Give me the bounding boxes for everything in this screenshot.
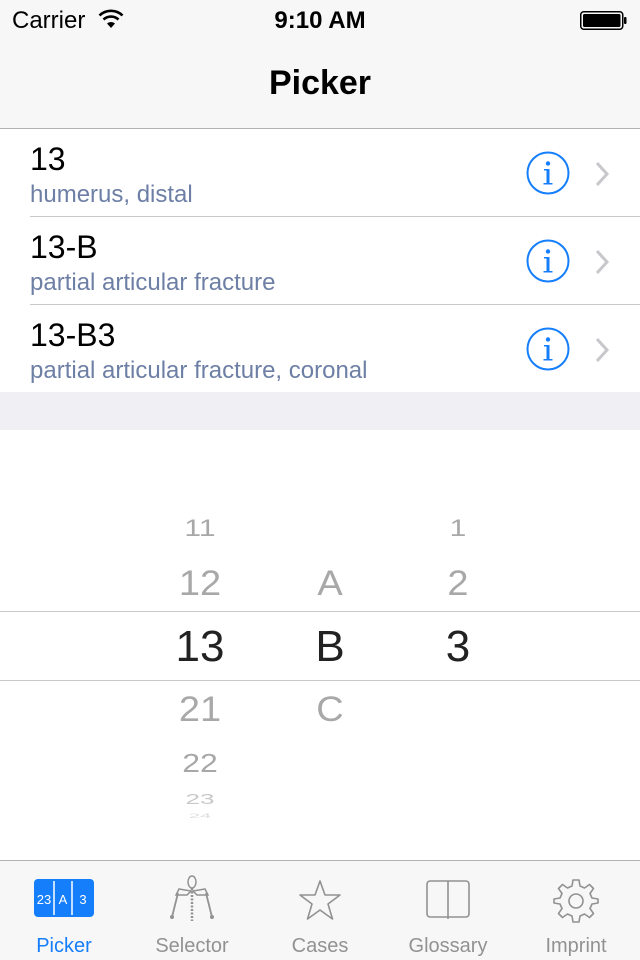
list-row-bone[interactable]: 13 humerus, distal: [0, 129, 640, 217]
info-circle-icon[interactable]: [526, 239, 570, 283]
picker-item[interactable]: C: [270, 691, 390, 731]
row-subtitle: partial articular fracture: [30, 269, 276, 296]
picker-item[interactable]: 11: [140, 515, 260, 542]
picker-item-selected[interactable]: 13: [140, 622, 260, 672]
picker-column-type[interactable]: A B C: [270, 430, 390, 860]
picker-icon-text: 3: [79, 892, 86, 907]
picker-item[interactable]: 21: [140, 691, 260, 731]
section-separator: [0, 392, 640, 430]
row-title: 13-B: [30, 229, 98, 265]
page-title: Picker: [268, 64, 372, 102]
picker-item-selected[interactable]: 3: [400, 622, 516, 672]
row-subtitle: partial articular fracture, coronal: [30, 357, 368, 384]
chevron-right-icon: [595, 249, 610, 275]
tab-selector[interactable]: Selector: [128, 861, 256, 960]
gear-icon: [553, 879, 599, 923]
picker-item-selected[interactable]: B: [270, 622, 390, 672]
row-title: 13: [30, 141, 66, 177]
tab-label: Cases: [291, 935, 349, 957]
tab-label: Picker: [36, 935, 92, 957]
book-icon: [426, 880, 470, 919]
clock-label: 9:10 AM: [274, 7, 366, 34]
row-subtitle: humerus, distal: [30, 181, 193, 208]
tab-imprint[interactable]: Imprint: [512, 861, 640, 960]
tab-label: Imprint: [545, 935, 607, 957]
chevron-right-icon: [595, 161, 610, 187]
picker-item[interactable]: 1: [400, 515, 516, 542]
picker-item[interactable]: 22: [140, 749, 260, 779]
picker-code-icon: 23 A 3: [34, 879, 94, 917]
tab-glossary[interactable]: Glossary: [384, 861, 512, 960]
picker-icon-text: 23: [37, 892, 51, 907]
classification-picker[interactable]: 11 12 13 21 22 23 24 A B C 1 2 3: [0, 430, 640, 860]
list-row-group[interactable]: 13-B3 partial articular fracture, corona…: [0, 305, 640, 393]
skeleton-selector-icon: [170, 875, 214, 921]
picker-column-bone[interactable]: 11 12 13 21 22 23 24: [140, 430, 260, 860]
navigation-header: Carrier 9:10 AM Picker: [0, 0, 640, 129]
list-row-type[interactable]: 13-B partial articular fracture: [0, 217, 640, 305]
tab-label: Glossary: [408, 935, 488, 957]
info-circle-icon[interactable]: [526, 327, 570, 371]
classification-list: 13 humerus, distal 13-B partial articula…: [0, 129, 640, 393]
tab-label: Selector: [155, 935, 229, 957]
info-circle-icon[interactable]: [526, 151, 570, 195]
chevron-right-icon: [595, 337, 610, 363]
tab-cases[interactable]: Cases: [256, 861, 384, 960]
picker-item[interactable]: 24: [140, 813, 260, 820]
picker-item[interactable]: A: [270, 565, 390, 605]
picker-icon-text: A: [59, 892, 68, 907]
picker-item[interactable]: 23: [140, 791, 260, 808]
picker-column-group[interactable]: 1 2 3: [400, 430, 516, 860]
star-icon: [299, 880, 341, 920]
picker-item[interactable]: 12: [140, 565, 260, 605]
picker-item[interactable]: 2: [400, 565, 516, 605]
row-title: 13-B3: [30, 317, 116, 353]
tab-bar: 23 A 3 Picker Selector Cases Glossary Im…: [0, 860, 640, 960]
status-bar: Carrier 9:10 AM: [0, 0, 640, 40]
tab-picker[interactable]: 23 A 3 Picker: [0, 861, 128, 960]
battery-full-icon: [580, 11, 627, 30]
